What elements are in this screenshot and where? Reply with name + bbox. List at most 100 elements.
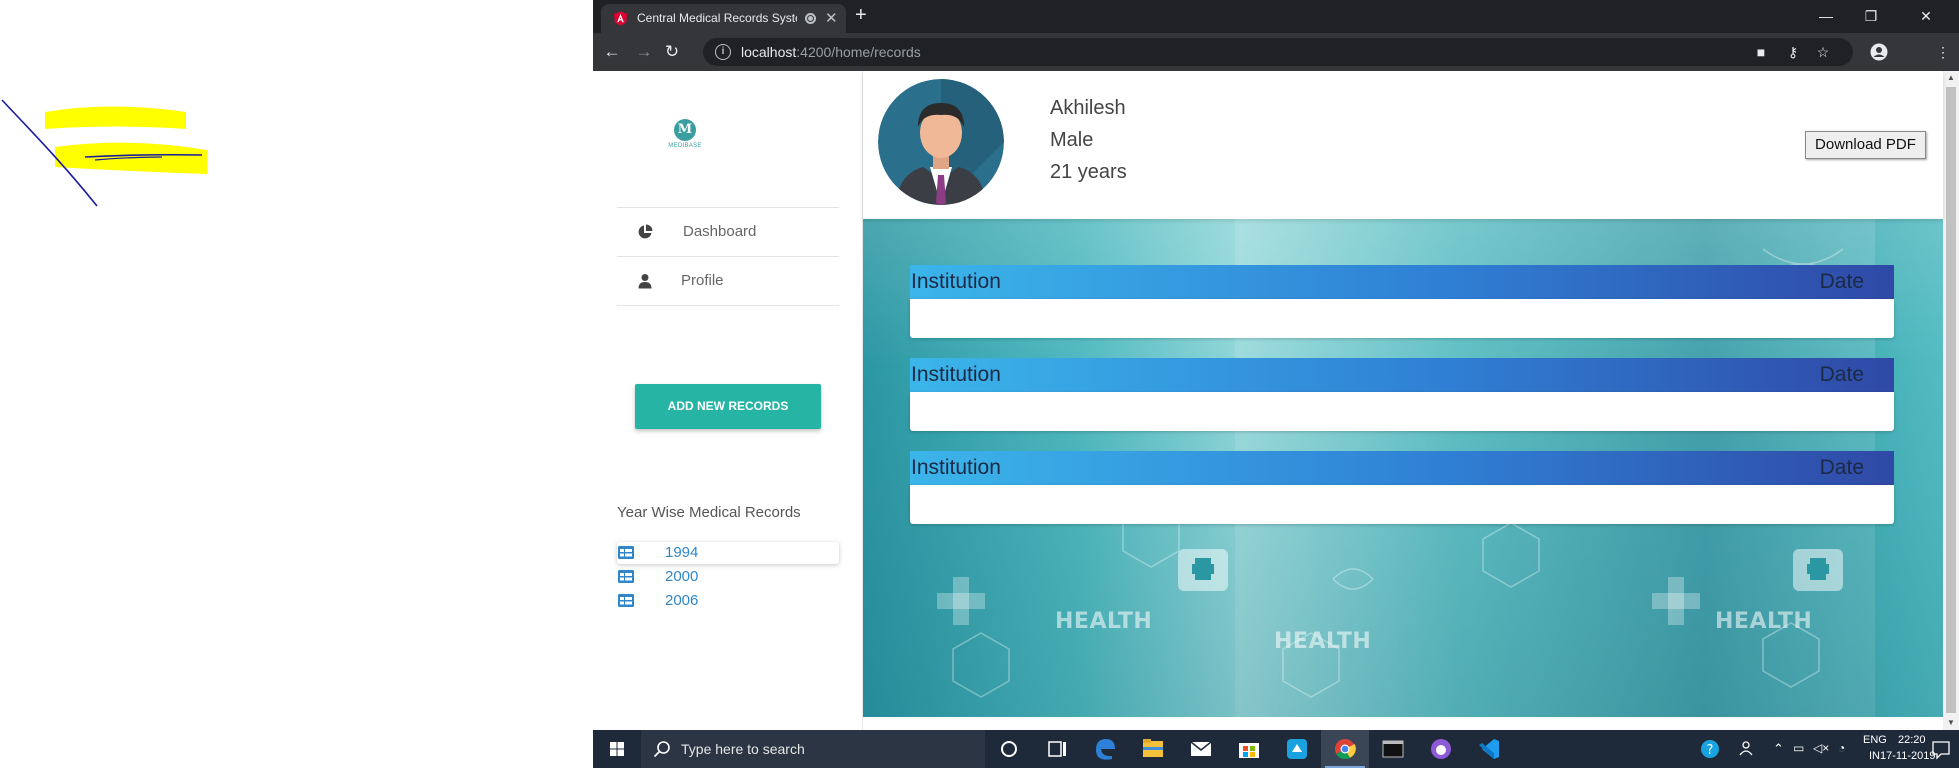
web-page: M MEDIBASE Dashboard Profile ADD NEW REC…: [593, 71, 1959, 730]
svg-text:?: ?: [1707, 743, 1714, 758]
record-body: [910, 485, 1894, 524]
volume-muted-icon[interactable]: ◁×: [1813, 741, 1829, 755]
windows-start-icon[interactable]: [593, 730, 641, 768]
download-pdf-button[interactable]: Download PDF: [1805, 131, 1926, 159]
table-icon: [618, 594, 634, 607]
account-icon[interactable]: [1870, 43, 1888, 61]
record-header: Institution Date: [910, 451, 1894, 485]
mail-icon[interactable]: [1177, 730, 1225, 768]
people-icon[interactable]: [1724, 730, 1772, 768]
record-card[interactable]: Institution Date: [910, 358, 1894, 431]
record-institution: Institution: [911, 363, 1001, 386]
sidebar-item-dashboard[interactable]: Dashboard: [617, 208, 839, 256]
record-institution: Institution: [911, 270, 1001, 293]
screen: Central Medical Records System ✕ + — ❐ ✕…: [0, 0, 1959, 768]
patient-age: 21 years: [1050, 161, 1127, 183]
key-icon[interactable]: ⚷: [1783, 42, 1803, 62]
taskbar-search-box[interactable]: Type here to search: [641, 730, 985, 768]
cortana-icon[interactable]: [985, 730, 1033, 768]
recording-indicator-icon: [805, 13, 816, 24]
year-wise-heading: Year Wise Medical Records: [617, 504, 801, 521]
sidebar-item-label: Dashboard: [683, 223, 757, 240]
browser-window: Central Medical Records System ✕ + — ❐ ✕…: [593, 0, 1959, 730]
record-date: Date: [1819, 363, 1864, 386]
url-text[interactable]: localhost:4200/home/records: [741, 44, 921, 60]
chrome-icon: [1335, 739, 1356, 760]
close-window-icon[interactable]: ✕: [1903, 2, 1949, 30]
restore-icon[interactable]: ❐: [1848, 2, 1894, 30]
camera-icon[interactable]: ■: [1751, 42, 1771, 62]
record-card[interactable]: Institution Date: [910, 451, 1894, 524]
add-new-records-button[interactable]: ADD NEW RECORDS: [635, 384, 821, 429]
health-watermark: HEALTH: [1715, 609, 1813, 634]
file-explorer-icon[interactable]: [1129, 730, 1177, 768]
year-item-2006[interactable]: 2006: [617, 590, 839, 612]
patient-profile-card: Akhilesh Male 21 years Download PDF: [863, 71, 1943, 219]
store-icon[interactable]: [1225, 730, 1273, 768]
windows-taskbar: Type here to search ? ⌃ ▭ ◁× ◔ ENG IN 22: [593, 730, 1959, 768]
record-card[interactable]: Institution Date: [910, 265, 1894, 338]
year-item-2000[interactable]: 2000: [617, 566, 839, 588]
tab-close-icon[interactable]: ✕: [825, 9, 838, 27]
year-label: 2000: [665, 568, 699, 585]
record-header: Institution Date: [910, 265, 1894, 299]
record-date: Date: [1819, 270, 1864, 293]
year-label: 2006: [665, 592, 699, 609]
edge-browser-icon[interactable]: [1081, 730, 1129, 768]
user-icon: [638, 274, 652, 289]
avatar: [878, 79, 1004, 205]
record-date: Date: [1819, 456, 1864, 479]
chrome-taskbar-button[interactable]: [1321, 730, 1369, 768]
task-view-icon[interactable]: [1033, 730, 1081, 768]
back-icon[interactable]: ←: [601, 41, 623, 63]
health-watermark: HEALTH: [1274, 629, 1372, 654]
language-indicator[interactable]: ENG: [1863, 734, 1887, 746]
github-desktop-icon[interactable]: [1417, 730, 1465, 768]
medical-background-banner: HEALTH HEALTH HEALTH Institution Date In…: [863, 219, 1943, 717]
tab-strip: Central Medical Records System ✕ + — ❐ ✕: [593, 0, 1959, 33]
scroll-up-icon[interactable]: ▲: [1943, 71, 1959, 85]
scroll-down-icon[interactable]: ▼: [1943, 716, 1959, 730]
year-item-1994[interactable]: 1994: [617, 542, 839, 564]
new-tab-icon[interactable]: +: [855, 4, 867, 27]
terminal-icon[interactable]: [1369, 730, 1417, 768]
annotation-scribble: [1, 99, 207, 207]
clock-time[interactable]: 22:20: [1898, 734, 1926, 746]
wifi-icon[interactable]: ◔: [1838, 741, 1845, 755]
nav-divider: [617, 305, 839, 306]
main-content: Akhilesh Male 21 years Download PDF HEAL…: [863, 71, 1959, 730]
record-body: [910, 392, 1894, 431]
app-icon[interactable]: [1273, 730, 1321, 768]
forward-icon[interactable]: →: [633, 41, 655, 63]
show-hidden-icons-icon[interactable]: ⌃: [1773, 741, 1784, 757]
battery-icon[interactable]: ▭: [1793, 741, 1804, 755]
patient-gender: Male: [1050, 129, 1094, 151]
search-placeholder: Type here to search: [681, 741, 805, 757]
patient-name: Akhilesh: [1050, 97, 1126, 119]
sidebar-item-label: Profile: [681, 272, 724, 289]
tab-title: Central Medical Records System: [637, 11, 797, 25]
minimize-icon[interactable]: —: [1803, 2, 1849, 30]
table-icon: [618, 570, 634, 583]
reload-icon[interactable]: ↻: [661, 41, 683, 63]
browser-tab[interactable]: Central Medical Records System ✕: [601, 4, 846, 33]
pie-chart-icon: [638, 224, 653, 239]
record-institution: Institution: [911, 456, 1001, 479]
scrollbar-thumb[interactable]: [1946, 87, 1956, 713]
site-info-icon[interactable]: i: [715, 44, 731, 60]
menu-icon[interactable]: ⋮: [1933, 42, 1953, 62]
year-label: 1994: [665, 544, 699, 561]
search-icon: [653, 741, 670, 758]
notifications-icon[interactable]: [1923, 730, 1959, 768]
sidebar: M MEDIBASE Dashboard Profile ADD NEW REC…: [593, 71, 863, 730]
region-indicator[interactable]: IN: [1869, 750, 1880, 762]
record-body: [910, 299, 1894, 338]
bookmark-star-icon[interactable]: ☆: [1813, 42, 1833, 62]
browser-toolbar: ← → ↻ i localhost:4200/home/records ■ ⚷ …: [593, 33, 1959, 71]
page-scrollbar[interactable]: ▲ ▼: [1943, 71, 1959, 730]
record-header: Institution Date: [910, 358, 1894, 392]
sidebar-item-profile[interactable]: Profile: [617, 257, 839, 305]
address-bar[interactable]: i localhost:4200/home/records: [703, 38, 1853, 66]
medibase-logo[interactable]: M MEDIBASE: [668, 119, 702, 155]
vscode-icon[interactable]: [1465, 730, 1513, 768]
